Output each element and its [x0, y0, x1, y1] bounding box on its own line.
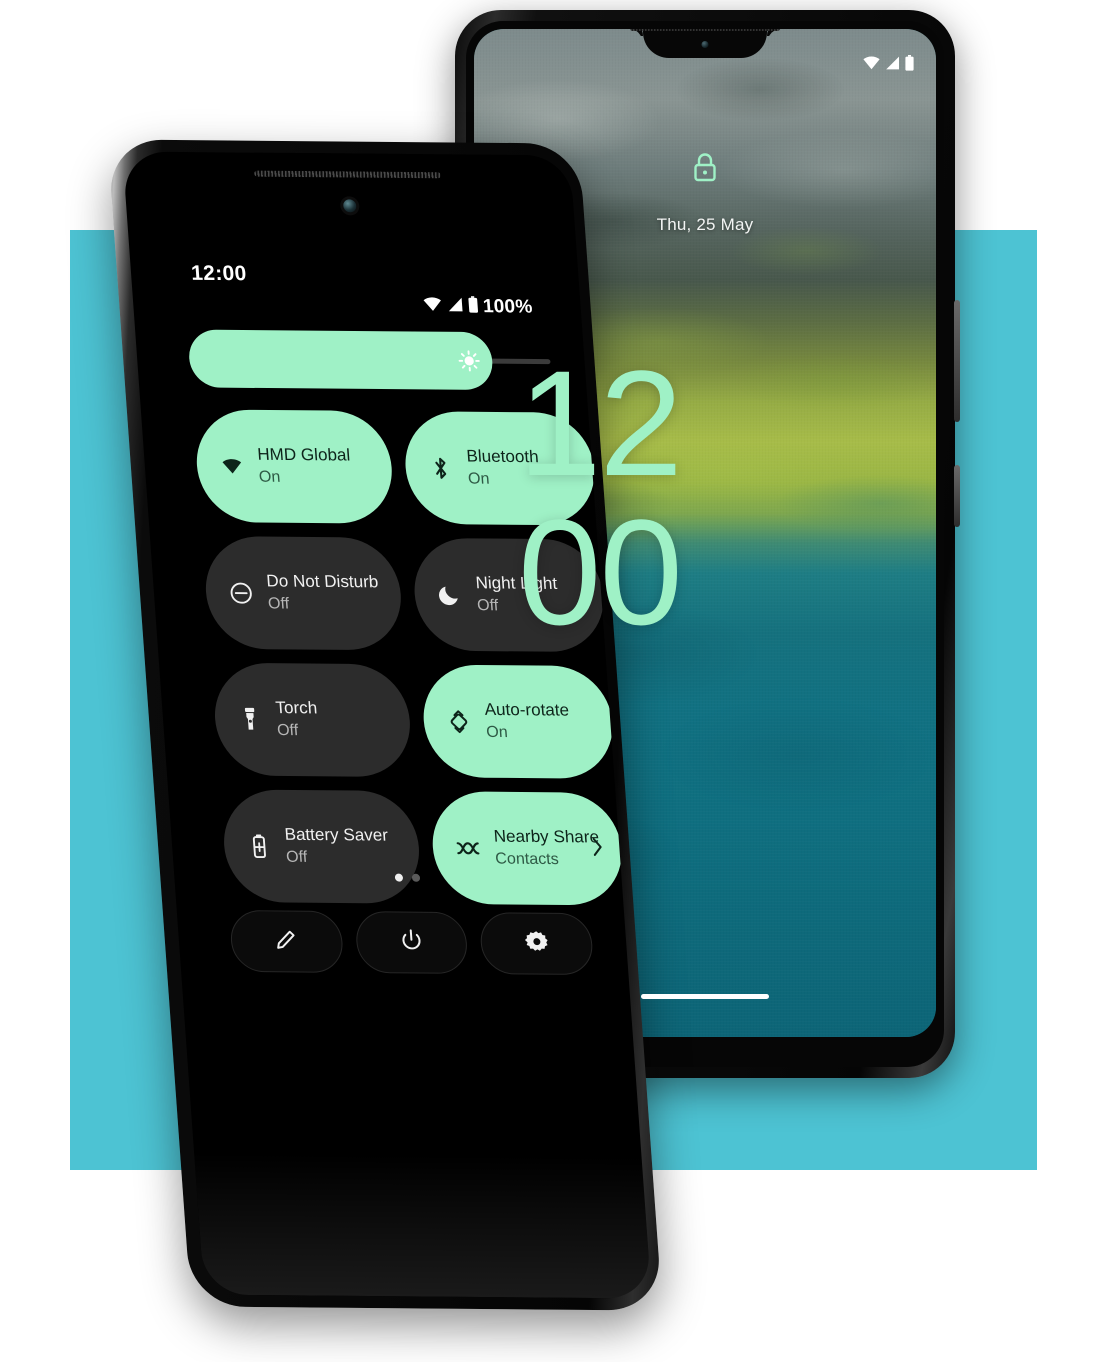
wifi-icon: [863, 56, 880, 75]
power-button[interactable]: [954, 465, 960, 527]
front-camera: [342, 199, 357, 213]
battery-icon: [467, 296, 479, 318]
quick-settings-phone: 12:00 100% HMD Global On Bluetooth On Do…: [107, 139, 663, 1311]
nearby-share-icon: [455, 839, 482, 857]
edit-tiles-button[interactable]: [228, 910, 345, 973]
auto-rotate-icon: [446, 709, 474, 733]
tile-label: HMD Global: [256, 444, 351, 465]
flashlight-icon: [236, 707, 264, 732]
status-bar: 100%: [422, 296, 533, 319]
marketing-composition: Thu, 25 May 12 00 12:00 100% HMD Global …: [0, 0, 1114, 1362]
brightness-slider[interactable]: [187, 329, 552, 391]
battery-percent-label: 100%: [482, 296, 534, 318]
tile-state: Off: [267, 595, 290, 613]
tile-label: Auto-rotate: [483, 700, 570, 720]
earpiece-speaker: [630, 29, 780, 31]
brightness-fill: [187, 329, 495, 391]
volume-rocker[interactable]: [954, 300, 960, 422]
lock-icon: [690, 151, 720, 190]
quick-settings-footer: [228, 910, 595, 976]
status-bar: [863, 55, 914, 76]
tile-state: Off: [276, 721, 299, 740]
tile-label: Nearby Share: [493, 826, 600, 847]
cellular-signal-icon: [446, 297, 463, 317]
tile-auto-rotate[interactable]: Auto-rotate On: [420, 664, 617, 779]
moon-icon: [436, 583, 464, 606]
front-camera: [701, 41, 709, 48]
pencil-icon: [272, 926, 300, 957]
clock-hours: 12: [518, 339, 683, 507]
status-bar-clock: 12:00: [190, 261, 248, 286]
wifi-icon: [218, 458, 245, 474]
tile-state: On: [258, 468, 281, 486]
tile-state: On: [485, 723, 509, 741]
tile-state: Contacts: [494, 850, 560, 868]
chevron-right-icon[interactable]: [592, 836, 605, 861]
battery-saver-icon: [245, 833, 273, 859]
lock-screen-date: Thu, 25 May: [656, 215, 754, 234]
gear-icon: [523, 928, 551, 959]
clock-minutes: 00: [518, 487, 683, 656]
cellular-signal-icon: [885, 56, 900, 75]
lock-screen-clock: 12 00: [518, 339, 683, 656]
bluetooth-icon: [427, 456, 455, 480]
tile-battery-saver[interactable]: Battery Saver Off: [220, 789, 424, 904]
tile-state: Off: [285, 848, 308, 866]
wifi-icon: [422, 297, 442, 317]
tile-torch[interactable]: Torch Off: [211, 662, 415, 778]
tile-nearby-share[interactable]: Nearby Share Contacts: [429, 791, 626, 906]
do-not-disturb-icon: [227, 581, 255, 605]
battery-icon: [905, 55, 914, 76]
tile-hmd-global[interactable]: HMD Global On: [192, 409, 397, 524]
power-icon: [397, 927, 425, 958]
page-dot-2[interactable]: [411, 873, 420, 882]
tile-label: Do Not Disturb: [265, 571, 379, 592]
home-indicator[interactable]: [641, 994, 769, 999]
tile-label: Torch: [274, 698, 318, 718]
power-menu-button[interactable]: [353, 911, 470, 974]
tile-do-not-disturb[interactable]: Do Not Disturb Off: [202, 536, 406, 651]
tile-label: Battery Saver: [283, 824, 389, 845]
brightness-icon: [458, 350, 482, 372]
phone-glass: 12:00 100% HMD Global On Bluetooth On Do…: [122, 151, 652, 1299]
settings-button[interactable]: [478, 912, 595, 976]
page-dot-1[interactable]: [394, 873, 403, 882]
quick-settings-panel: 12:00 100% HMD Global On Bluetooth On Do…: [122, 152, 651, 1299]
